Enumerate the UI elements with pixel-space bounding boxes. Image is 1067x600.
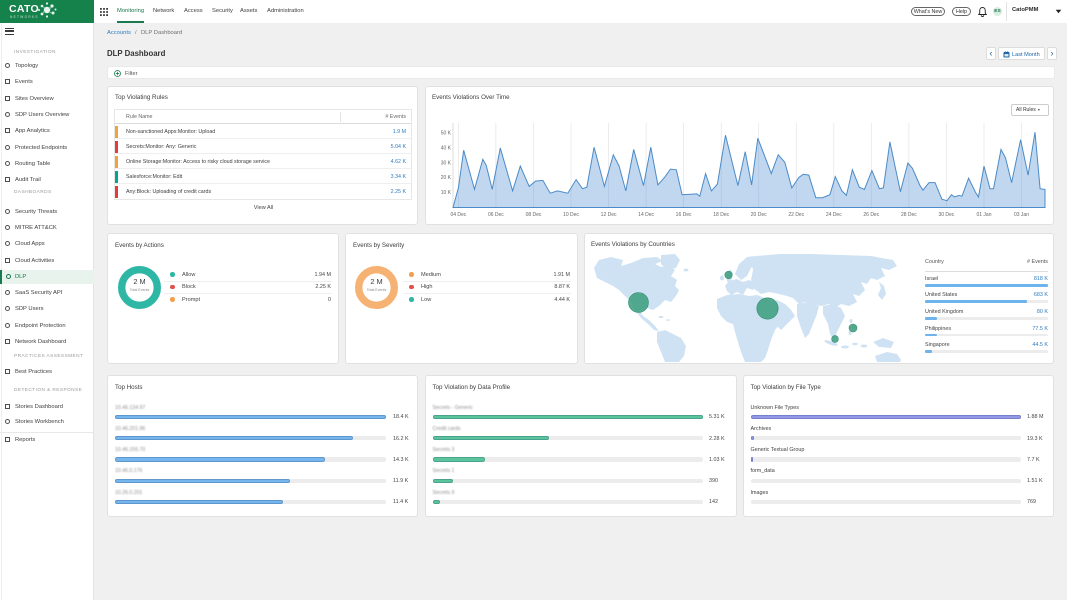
svg-text:50 K: 50 K bbox=[441, 131, 452, 137]
svg-text:40 K: 40 K bbox=[441, 145, 452, 151]
svg-text:22 Dec: 22 Dec bbox=[788, 212, 804, 218]
svg-text:04 Dec: 04 Dec bbox=[450, 212, 466, 218]
svg-text:18 Dec: 18 Dec bbox=[713, 212, 729, 218]
svg-text:24 Dec: 24 Dec bbox=[826, 212, 842, 218]
svg-text:20 K: 20 K bbox=[441, 175, 452, 181]
svg-text:28 Dec: 28 Dec bbox=[901, 212, 917, 218]
svg-text:06 Dec: 06 Dec bbox=[488, 212, 504, 218]
svg-text:20 Dec: 20 Dec bbox=[751, 212, 767, 218]
svg-text:16 Dec: 16 Dec bbox=[676, 212, 692, 218]
svg-text:30 K: 30 K bbox=[441, 160, 452, 166]
svg-text:10 Dec: 10 Dec bbox=[563, 212, 579, 218]
svg-text:08 Dec: 08 Dec bbox=[526, 212, 542, 218]
svg-text:03 Jan: 03 Jan bbox=[1014, 212, 1029, 218]
svg-text:14 Dec: 14 Dec bbox=[638, 212, 654, 218]
svg-text:12 Dec: 12 Dec bbox=[601, 212, 617, 218]
svg-text:26 Dec: 26 Dec bbox=[863, 212, 879, 218]
svg-text:01 Jan: 01 Jan bbox=[976, 212, 991, 218]
svg-text:10 K: 10 K bbox=[441, 190, 452, 196]
svg-text:30 Dec: 30 Dec bbox=[938, 212, 954, 218]
